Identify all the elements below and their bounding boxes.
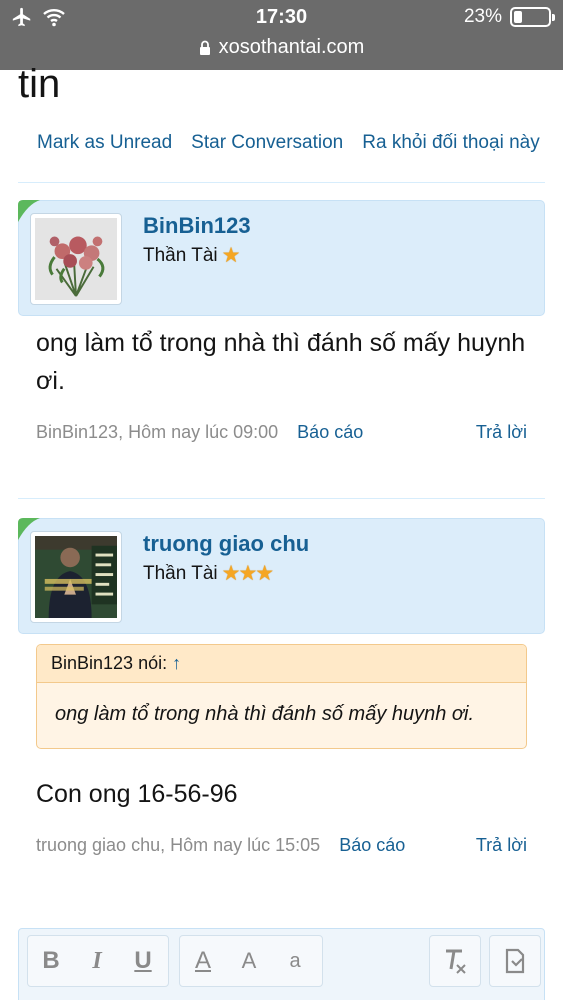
message-author-date[interactable]: truong giao chu, Hôm nay lúc 15:05 [36,835,320,855]
clear-format-group [429,935,481,987]
mark-unread-link[interactable]: Mark as Unread [37,132,172,154]
message-header: BinBin123 Thần Tài ★ [18,200,545,316]
leave-conversation-link[interactable]: Ra khỏi đối thoại này [362,132,539,154]
divider [18,498,545,499]
username-link[interactable]: truong giao chu [143,531,309,557]
italic-button[interactable]: I [74,948,120,975]
battery-fill [514,11,522,23]
url-text[interactable]: xosothantai.com [219,36,365,59]
stars-icon: ★★★ [221,562,275,585]
url-bar[interactable]: xosothantai.com [0,36,563,59]
document-link-icon[interactable] [502,947,528,975]
link-group [489,935,541,987]
user-title-text: Thần Tài [143,244,218,266]
message-meta: truong giao chu, Hôm nay lúc 15:05 Báo c… [36,835,527,856]
flower-bouquet-icon [35,218,117,300]
reply-editor: B I U A A a [18,928,545,1000]
reply-link[interactable]: Trả lời [476,422,527,443]
avatar[interactable] [30,531,122,623]
report-link[interactable]: Báo cáo [297,422,363,442]
remove-format-icon[interactable] [442,947,468,975]
font-family-button[interactable]: a [272,950,318,973]
text-style-group: B I U [27,935,169,987]
font-size-button[interactable]: A [226,948,272,974]
message-author-date[interactable]: BinBin123, Hôm nay lúc 09:00 [36,422,278,442]
star-conversation-link[interactable]: Star Conversation [191,132,343,154]
quote-header: BinBin123 nói: ↑ [37,645,526,683]
bold-button[interactable]: B [28,947,74,975]
page-title: tin [18,62,61,106]
user-title: Thần Tài ★★★ [143,561,275,586]
font-group: A A a [179,935,323,987]
status-right: 23% [463,6,555,28]
divider [18,182,545,183]
lock-icon [199,40,210,55]
battery-percent: 23% [463,6,502,27]
quote-text: ong làm tổ trong nhà thì đánh số mấy huy… [55,703,475,725]
person-praying-icon [35,536,117,618]
font-color-button[interactable]: A [180,947,226,975]
quote-block: BinBin123 nói: ↑ ong làm tổ trong nhà th… [36,644,527,749]
star-icon: ★ [221,244,241,267]
reply-link[interactable]: Trả lời [476,835,527,856]
user-title: Thần Tài ★ [143,243,241,268]
username-link[interactable]: BinBin123 [143,213,251,239]
thread-actions: Mark as Unread Star Conversation Ra khỏi… [37,132,545,154]
status-bar: 17:30 23% xosothantai.com [0,0,563,70]
quote-author: BinBin123 nói: [51,653,168,673]
avatar[interactable] [30,213,122,305]
user-title-text: Thần Tài [143,562,218,584]
arrow-up-icon[interactable]: ↑ [172,653,181,673]
report-link[interactable]: Báo cáo [339,835,405,855]
message-body: ong làm tổ trong nhà thì đánh số mấy huy… [36,329,526,395]
message-body: Con ong 16-56-96 [36,780,238,808]
underline-button[interactable]: U [120,947,166,975]
message-header: truong giao chu Thần Tài ★★★ [18,518,545,634]
battery-icon [510,7,555,27]
message-meta: BinBin123, Hôm nay lúc 09:00 Báo cáo Trả… [36,422,527,443]
